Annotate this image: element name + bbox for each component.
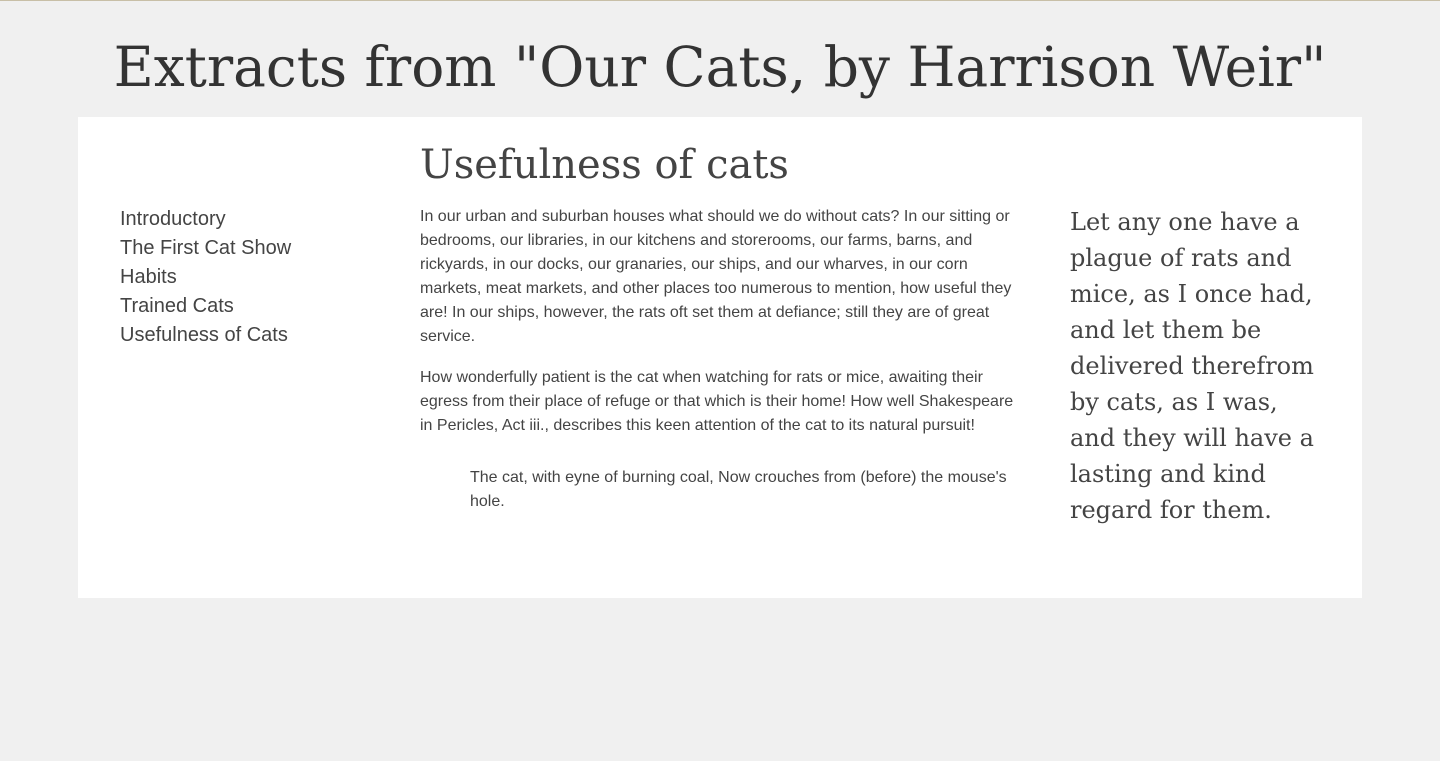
nav-item: The First Cat Show	[120, 234, 380, 263]
nav-item: Usefulness of Cats	[120, 321, 380, 350]
nav-link-trained-cats[interactable]: Trained Cats	[120, 292, 380, 321]
nav-link-habits[interactable]: Habits	[120, 263, 380, 292]
nav-link-introductory[interactable]: Introductory	[120, 205, 380, 234]
content-panel: Introductory The First Cat Show Habits T…	[78, 117, 1362, 598]
sidebar-nav: Introductory The First Cat Show Habits T…	[120, 205, 380, 350]
article-paragraph: How wonderfully patient is the cat when …	[420, 369, 1014, 434]
article-title: Usefulness of cats	[420, 142, 789, 188]
article: Usefulness of cats In our urban and subu…	[420, 139, 1022, 514]
nav-link-usefulness-of-cats[interactable]: Usefulness of Cats	[120, 321, 380, 350]
site-title: Extracts from "Our Cats, by Harrison Wei…	[113, 35, 1327, 99]
nav-item: Introductory	[120, 205, 380, 234]
nav-link-first-cat-show[interactable]: The First Cat Show	[120, 234, 380, 263]
article-paragraph: In our urban and suburban houses what sh…	[420, 208, 1012, 345]
nav-item: Habits	[120, 263, 380, 292]
nav-item: Trained Cats	[120, 292, 380, 321]
article-quote: The cat, with eyne of burning coal, Now …	[470, 469, 1007, 510]
pull-quote-aside: Let any one have a plague of rats and mi…	[1070, 208, 1314, 524]
